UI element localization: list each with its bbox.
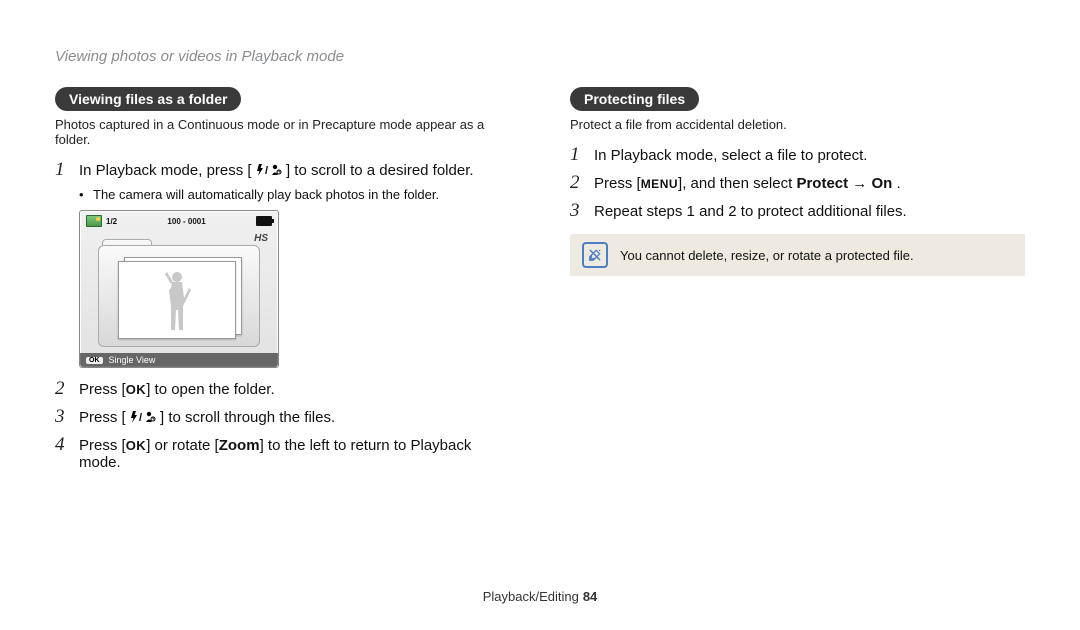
bullet-icon: • [79, 187, 93, 202]
step-number: 4 [55, 434, 79, 456]
lcd-filecode: 100 - 0001 [167, 217, 205, 226]
menu-button-label: MENU [641, 177, 678, 191]
svg-text:/: / [139, 412, 142, 423]
r-step1-text: In Playback mode, select a file to prote… [594, 147, 1025, 164]
flash-timer-icon: / [126, 409, 160, 426]
page-footer: Playback/Editing84 [0, 589, 1080, 604]
ok-button-label: OK [126, 382, 147, 397]
flash-timer-icon: / [252, 162, 286, 179]
lcd-ok-icon: OK [86, 357, 103, 364]
step-number: 1 [570, 144, 594, 166]
left-intro: Photos captured in a Continuous mode or … [55, 117, 510, 147]
step-number: 1 [55, 159, 79, 181]
step2-text: Press [OK] to open the folder. [79, 381, 510, 398]
lcd-counter: 1/2 [106, 217, 117, 226]
svg-text:/: / [265, 165, 268, 176]
picture-icon [86, 215, 102, 227]
step3-text: Press [ / ] to scroll through the files. [79, 409, 510, 426]
note-text: You cannot delete, resize, or rotate a p… [620, 248, 914, 263]
right-column: Protecting files Protect a file from acc… [570, 87, 1025, 477]
step-number: 3 [570, 200, 594, 222]
folder-graphic [98, 239, 258, 347]
section-heading-left: Viewing files as a folder [55, 87, 241, 111]
ok-button-label: OK [126, 438, 147, 453]
person-silhouette-icon [159, 268, 195, 332]
step-number: 3 [55, 406, 79, 428]
lcd-bottom-label: Single View [109, 355, 156, 365]
r-step2-text: Press [MENU], and then select Protect → … [594, 175, 1025, 192]
right-intro: Protect a file from accidental deletion. [570, 117, 1025, 132]
camera-screen-mock: 1/2 100 - 0001 HS [79, 210, 279, 368]
r-step3-text: Repeat steps 1 and 2 to protect addition… [594, 203, 1025, 220]
note-box: You cannot delete, resize, or rotate a p… [570, 234, 1025, 276]
step-number: 2 [570, 172, 594, 194]
note-icon [582, 242, 608, 268]
breadcrumb: Viewing photos or videos in Playback mod… [55, 48, 1025, 65]
bullet1-text: The camera will automatically play back … [93, 187, 510, 202]
section-heading-right: Protecting files [570, 87, 699, 111]
step4-text: Press [OK] or rotate [Zoom] to the left … [79, 437, 510, 471]
step1-text: In Playback mode, press [ / ] to scroll … [79, 162, 510, 179]
step-number: 2 [55, 378, 79, 400]
battery-icon [256, 216, 272, 226]
left-column: Viewing files as a folder Photos capture… [55, 87, 510, 477]
